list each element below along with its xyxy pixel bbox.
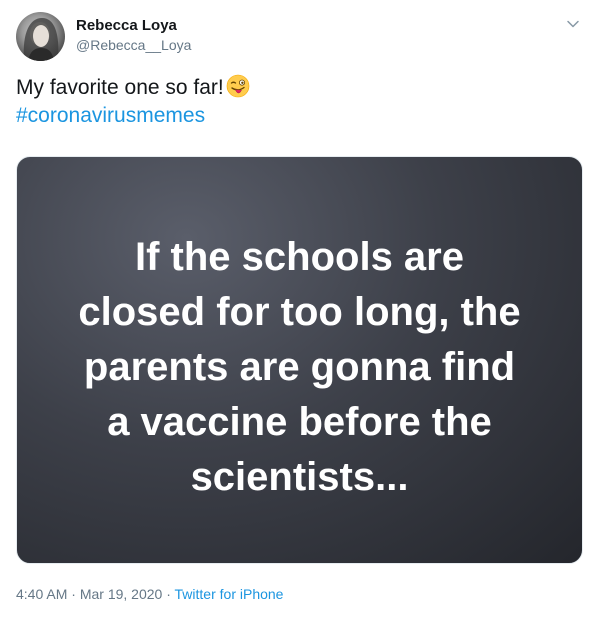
author-handle[interactable]: @Rebecca__Loya bbox=[76, 37, 191, 53]
media-caption-line: closed for too long, the bbox=[78, 290, 521, 334]
media-caption: If the schools are closed for too long, … bbox=[17, 230, 582, 505]
tweet-date[interactable]: Mar 19, 2020 bbox=[80, 586, 163, 602]
tweet-text-line: My favorite one so far! bbox=[16, 74, 250, 102]
tweet-source-link[interactable]: Twitter for iPhone bbox=[175, 586, 284, 602]
avatar-image bbox=[23, 18, 59, 61]
media-caption-line: If the schools are bbox=[135, 235, 464, 279]
chevron-down-icon[interactable] bbox=[565, 16, 581, 32]
tweet-text: My favorite one so far! #coronavirusmeme… bbox=[16, 74, 250, 130]
tweet-hashtag-line: #coronavirusmemes bbox=[16, 102, 250, 130]
media-caption-line: parents are gonna find bbox=[83, 345, 516, 389]
separator: · bbox=[71, 586, 76, 602]
winking-face-with-tongue-icon bbox=[226, 74, 250, 98]
hashtag-link[interactable]: #coronavirusmemes bbox=[16, 104, 205, 127]
media-caption-line: a vaccine before the bbox=[107, 400, 492, 444]
tweet-time[interactable]: 4:40 AM bbox=[16, 586, 67, 602]
tweet-metadata: 4:40 AM · Mar 19, 2020 · Twitter for iPh… bbox=[16, 586, 283, 602]
tweet-body: My favorite one so far! bbox=[16, 76, 224, 99]
avatar[interactable] bbox=[16, 12, 65, 61]
media-caption-line: scientists... bbox=[190, 455, 409, 499]
author-display-name[interactable]: Rebecca Loya bbox=[76, 17, 177, 34]
tweet-media-image[interactable]: If the schools are closed for too long, … bbox=[16, 156, 583, 564]
separator: · bbox=[166, 586, 171, 602]
